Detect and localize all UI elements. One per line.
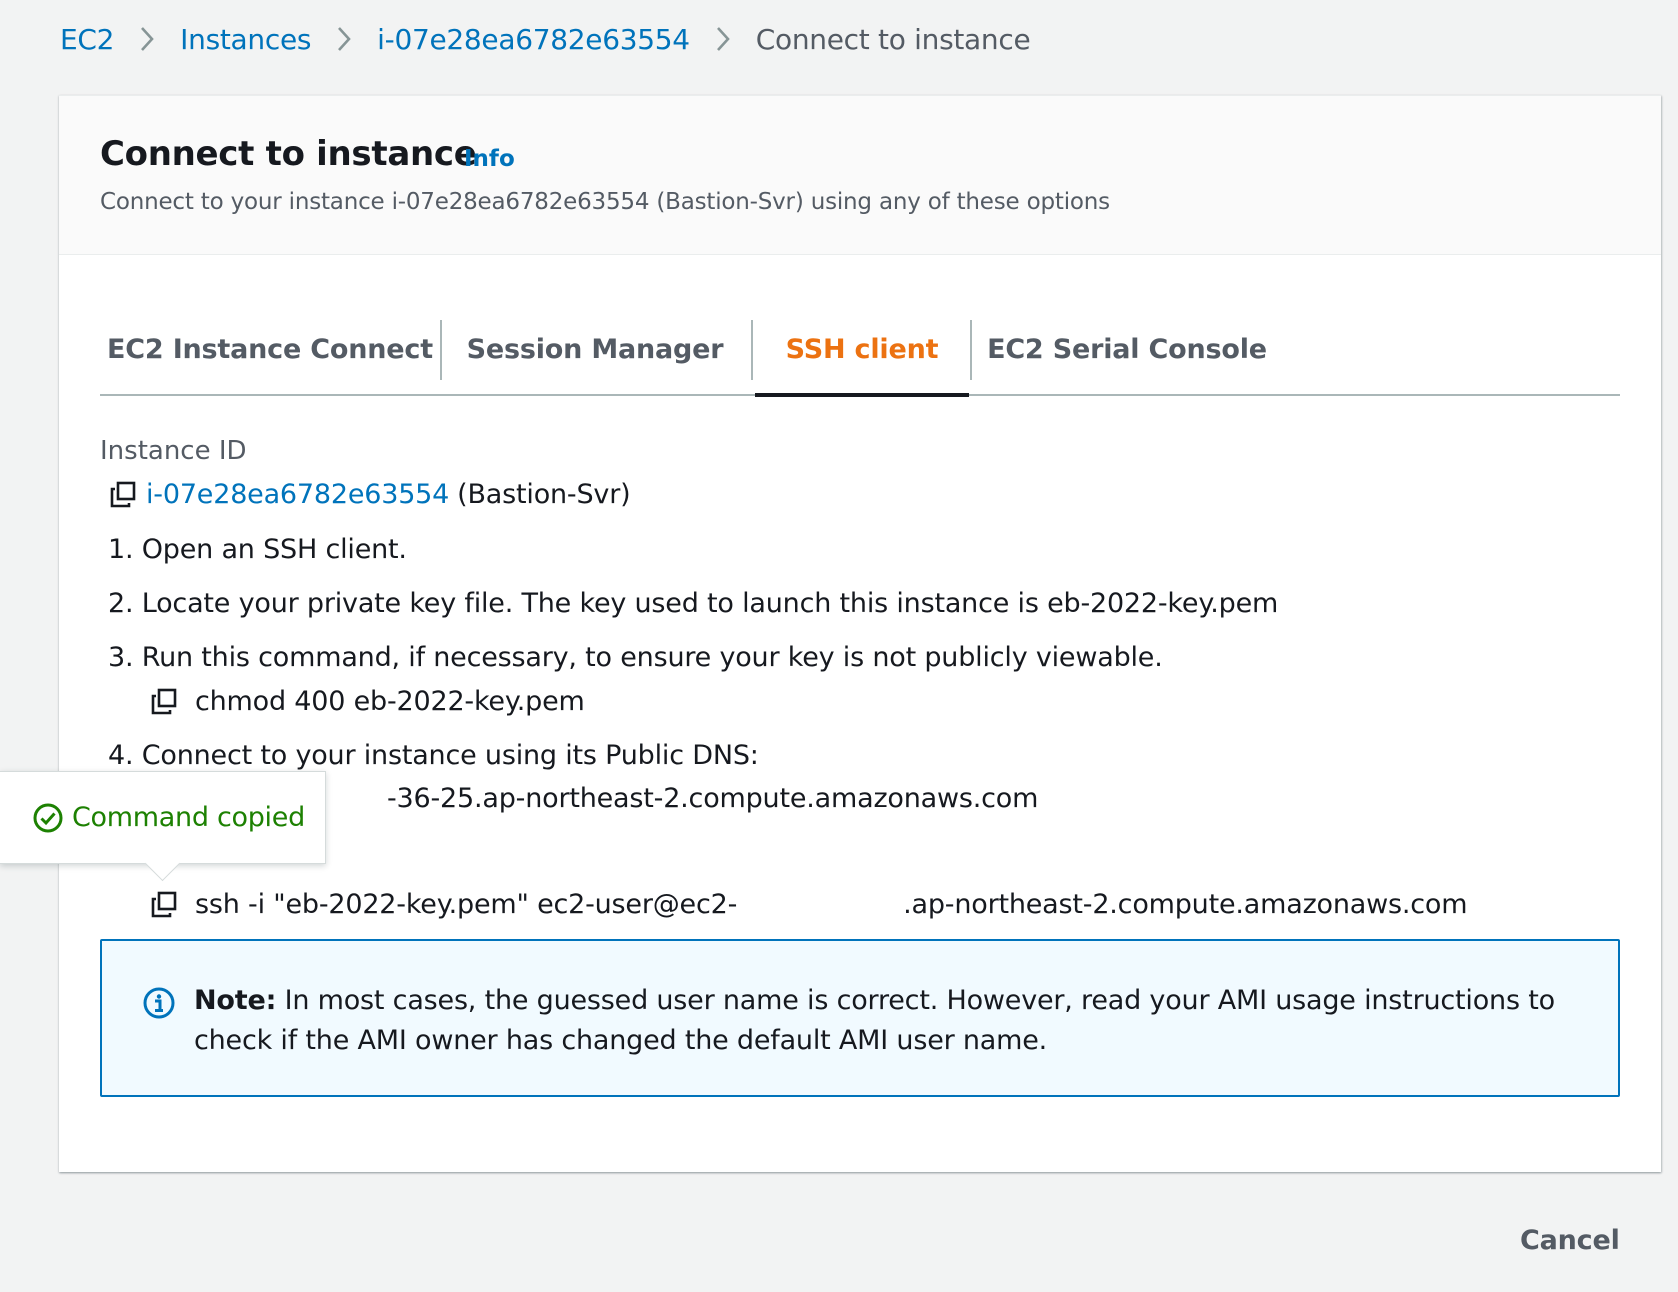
copy-icon[interactable] [108,480,138,510]
ssh-command-prefix: ssh -i "eb-2022-key.pem" ec2-user@ec2- [195,889,738,920]
cancel-button[interactable]: Cancel [1520,1225,1620,1256]
tab-ec2-serial-console[interactable]: EC2 Serial Console [972,304,1282,394]
panel-description: Connect to your instance i-07e28ea6782e6… [100,189,1110,215]
copy-icon[interactable] [149,687,179,717]
breadcrumb-instance-id[interactable]: i-07e28ea6782e63554 [377,23,690,56]
step-4: 4. Connect to your instance using its Pu… [108,740,759,771]
command-copied-popover: Command copied [0,771,326,882]
note-text: Note: In most cases, the guessed user na… [194,981,1584,1061]
chevron-right-icon [331,22,357,56]
public-dns: -36-25.ap-northeast-2.compute.amazonaws.… [387,783,1039,814]
instance-id-row: i-07e28ea6782e63554 (Bastion-Svr) [108,479,631,510]
breadcrumb-instances[interactable]: Instances [180,23,311,56]
info-icon [143,987,175,1019]
chmod-command-row: chmod 400 eb-2022-key.pem [149,686,585,717]
tab-ssh-client[interactable]: SSH client [755,304,969,397]
chevron-right-icon [710,22,736,56]
page-title: Connect to instance [100,134,477,174]
instance-id-link[interactable]: i-07e28ea6782e63554 [146,479,449,510]
step-1: 1. Open an SSH client. [108,534,407,565]
note-label: Note: [194,985,277,1016]
panel-header: Connect to instance Info Connect to your… [59,96,1661,255]
tooltip-text: Command copied [72,802,305,833]
ssh-command-row: ssh -i "eb-2022-key.pem" ec2-user@ec2- .… [149,889,1468,920]
note-alert: Note: In most cases, the guessed user na… [100,939,1620,1097]
instance-name: (Bastion-Svr) [457,479,631,510]
connect-tabs: EC2 Instance Connect Session Manager SSH… [100,304,1620,397]
step-3: 3. Run this command, if necessary, to en… [108,642,1163,673]
note-body: In most cases, the guessed user name is … [194,985,1555,1056]
tab-session-manager[interactable]: Session Manager [442,304,748,394]
step-2: 2. Locate your private key file. The key… [108,588,1279,619]
ssh-command-suffix: .ap-northeast-2.compute.amazonaws.com [903,889,1468,920]
copy-icon[interactable] [149,890,179,920]
breadcrumb: EC2 Instances i-07e28ea6782e63554 Connec… [60,22,1031,56]
chmod-command: chmod 400 eb-2022-key.pem [195,686,585,717]
tab-ec2-instance-connect[interactable]: EC2 Instance Connect [100,304,440,394]
chevron-right-icon [134,22,160,56]
instance-id-label: Instance ID [100,436,247,466]
tab-divider [751,320,753,380]
breadcrumb-ec2[interactable]: EC2 [60,23,114,56]
breadcrumb-current: Connect to instance [755,22,1031,56]
check-circle-icon [33,803,63,832]
connect-panel: Connect to instance Info Connect to your… [59,95,1661,1172]
info-link[interactable]: Info [464,146,515,172]
